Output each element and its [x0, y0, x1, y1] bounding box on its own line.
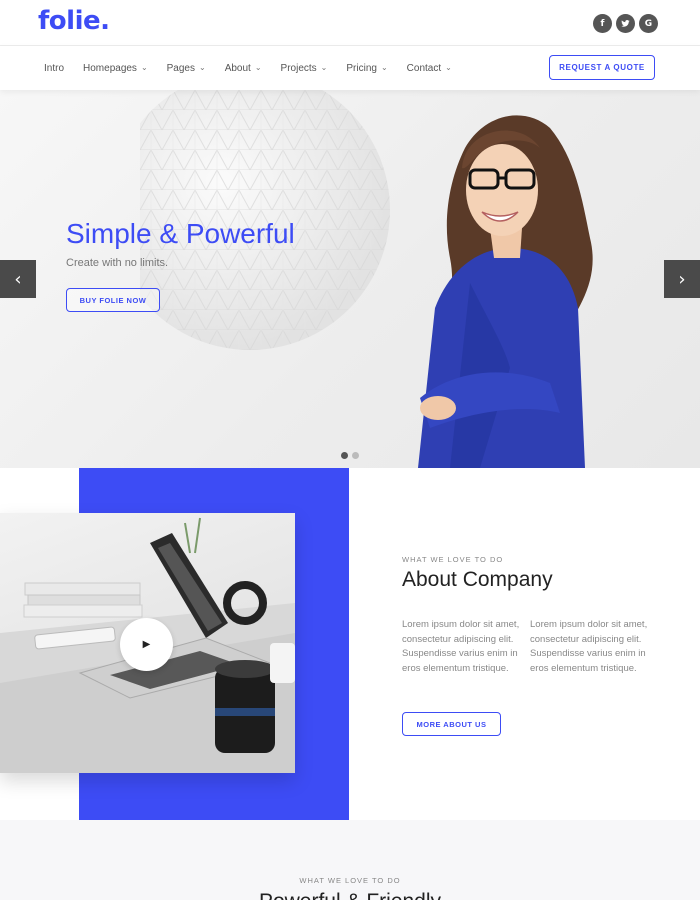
features-section: WHAT WE LOVE TO DO Powerful & Friendly — [0, 820, 700, 900]
chevron-down-icon: ⌄ — [199, 62, 206, 72]
slider-prev-button[interactable]: ‹ — [0, 260, 36, 298]
google-icon[interactable]: G — [639, 14, 658, 33]
nav-menu: Intro Homepages ⌄ Pages ⌄ About ⌄ Projects ⌄… — [44, 46, 471, 90]
twitter-bird-glyph — [621, 19, 630, 27]
about-kicker: WHAT WE LOVE TO DO — [402, 555, 504, 564]
hero-subtitle: Create with no limits. — [66, 257, 169, 269]
slider-pagination — [341, 452, 359, 459]
top-bar: folie. f G — [0, 0, 700, 46]
social-links: f G — [593, 14, 658, 33]
chevron-left-icon: ‹ — [14, 268, 22, 290]
features-title: Powerful & Friendly — [0, 890, 700, 900]
logo[interactable]: folie. — [38, 6, 110, 36]
play-video-button[interactable]: ▶ — [120, 618, 173, 671]
nav-item-label: Intro — [44, 62, 65, 74]
nav-item-contact[interactable]: Contact ⌄ — [407, 63, 452, 74]
play-icon: ▶ — [142, 639, 151, 650]
twitter-icon[interactable] — [616, 14, 635, 33]
chevron-down-icon: ⌄ — [140, 62, 148, 72]
chevron-right-icon: › — [678, 268, 686, 290]
hero-slider: Simple & Powerful Create with no limits.… — [0, 90, 700, 468]
nav-item-label: About — [224, 62, 251, 74]
about-title: About Company — [402, 568, 553, 591]
hero-title: Simple & Powerful — [66, 218, 295, 249]
workspace-photo: ▶ — [0, 513, 295, 773]
about-paragraph-2: Lorem ipsum dolor sit amet, consectetur … — [530, 619, 648, 675]
more-about-us-button[interactable]: MORE ABOUT US — [402, 712, 501, 736]
slider-dot-1[interactable] — [341, 452, 348, 459]
about-section: ▶ WHAT WE LOVE TO DO About Company Lorem… — [0, 468, 700, 820]
slider-dot-2[interactable] — [352, 452, 359, 459]
main-navigation: Intro Homepages ⌄ Pages ⌄ About ⌄ Projects ⌄… — [0, 46, 700, 90]
nav-item-about[interactable]: About ⌄ — [225, 63, 262, 74]
nav-item-label: Homepages — [83, 62, 137, 74]
nav-item-homepages[interactable]: Homepages ⌄ — [83, 63, 148, 74]
slider-next-button[interactable]: › — [664, 260, 700, 298]
nav-item-label: Projects — [280, 62, 317, 74]
nav-item-label: Contact — [406, 62, 442, 74]
request-quote-button[interactable]: REQUEST A QUOTE — [549, 55, 655, 80]
nav-item-pages[interactable]: Pages ⌄ — [167, 63, 206, 74]
nav-item-intro[interactable]: Intro — [44, 63, 64, 74]
facebook-icon[interactable]: f — [593, 14, 612, 33]
buy-folie-button[interactable]: BUY FOLIE NOW — [66, 288, 160, 312]
decorative-globe-image — [140, 90, 390, 350]
chevron-down-icon: ⌄ — [254, 62, 262, 72]
nav-item-label: Pages — [166, 62, 195, 74]
features-kicker: WHAT WE LOVE TO DO — [299, 876, 401, 885]
chevron-down-icon: ⌄ — [445, 62, 452, 72]
chevron-down-icon: ⌄ — [320, 62, 328, 72]
chevron-down-icon: ⌄ — [380, 62, 388, 72]
nav-item-pricing[interactable]: Pricing ⌄ — [346, 63, 387, 74]
hero-woman-photo — [418, 115, 593, 468]
nav-item-label: Pricing — [346, 62, 377, 74]
nav-item-projects[interactable]: Projects ⌄ — [281, 63, 328, 74]
about-paragraph-1: Lorem ipsum dolor sit amet, consectetur … — [402, 619, 520, 675]
